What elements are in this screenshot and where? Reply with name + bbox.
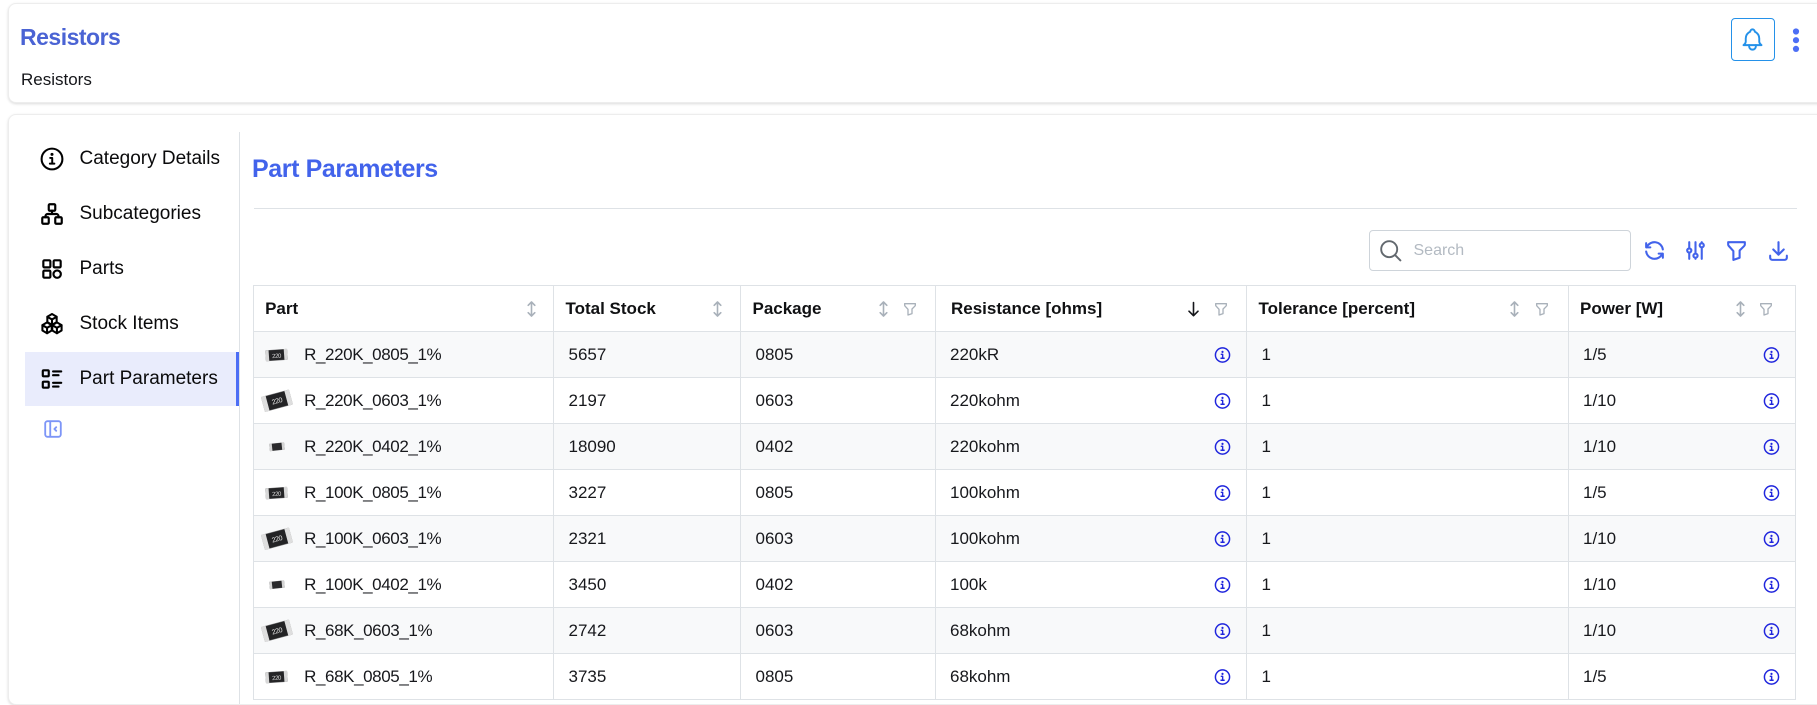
svg-text:220: 220 — [272, 491, 282, 498]
svg-text:220: 220 — [272, 675, 282, 682]
svg-text:220: 220 — [272, 353, 282, 360]
